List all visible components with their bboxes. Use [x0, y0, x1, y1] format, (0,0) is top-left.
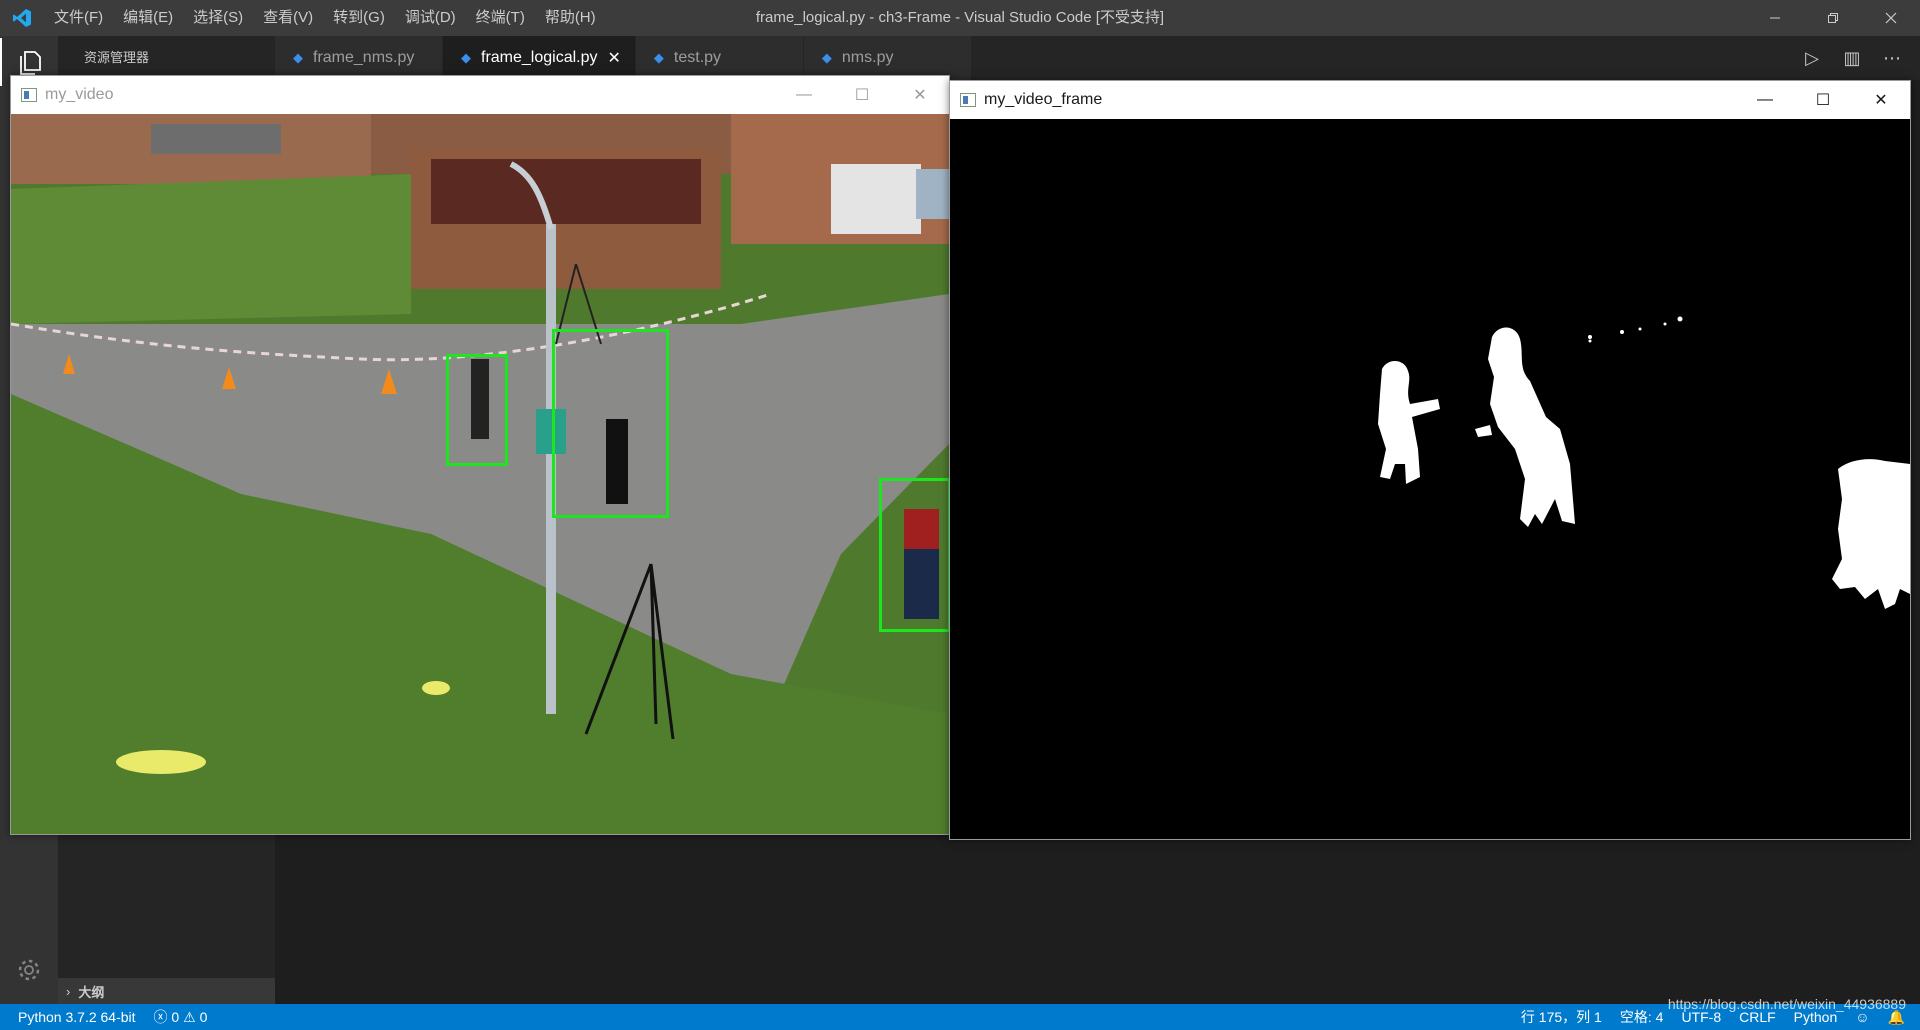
vscode-window: 文件(F) 编辑(E) 选择(S) 查看(V) 转到(G) 调试(D) 终端(T…	[0, 0, 1920, 1030]
app-window-icon	[21, 88, 37, 102]
menu-help[interactable]: 帮助(H)	[535, 0, 606, 36]
menu-go[interactable]: 转到(G)	[323, 0, 395, 36]
mask-window-title: my_video_frame	[984, 91, 1103, 108]
detection-box	[552, 329, 669, 518]
editor-actions: ▷ ▥ ⋯	[1792, 36, 1920, 80]
indentation[interactable]: 空格: 4	[1611, 1007, 1673, 1027]
outline-label: 大纲	[78, 984, 105, 1000]
menu-terminal[interactable]: 终端(T)	[466, 0, 535, 36]
video-window: my_video — ☐ ✕	[10, 75, 950, 835]
python-file-icon: ◆	[461, 50, 471, 65]
mask-window-controls: — ☐ ✕	[1736, 81, 1910, 119]
mask-window: my_video_frame — ☐ ✕	[949, 80, 1911, 840]
cursor-position[interactable]: 行 175，列 1	[1512, 1007, 1611, 1027]
python-file-icon: ◆	[821, 50, 832, 65]
split-editor-icon[interactable]: ▥	[1832, 48, 1872, 69]
editor-tabs: ◆ frame_nms.py ◆ frame_logical.py ✕ ◆ te…	[275, 36, 1920, 80]
video-window-controls: — ☐ ✕	[775, 76, 949, 114]
warning-icon: ⚠	[183, 1009, 196, 1025]
status-bar: Python 3.7.2 64-bit ⓧ 0 ⚠ 0 行 175，列 1 空格…	[0, 996, 1920, 1030]
restore-icon[interactable]	[1804, 0, 1862, 36]
tab-label: frame_logical.py	[481, 49, 598, 66]
settings-gear-icon[interactable]	[0, 946, 58, 994]
more-actions-icon[interactable]: ⋯	[1872, 48, 1912, 69]
window-controls	[1746, 0, 1920, 36]
problems-indicator[interactable]: ⓧ 0 ⚠ 0	[145, 1007, 217, 1027]
tab-nms[interactable]: ◆ nms.py	[803, 36, 972, 80]
menu-view[interactable]: 查看(V)	[253, 0, 323, 36]
mask-window-titlebar[interactable]: my_video_frame — ☐ ✕	[950, 81, 1910, 119]
error-count: 0	[171, 1009, 180, 1025]
video-window-titlebar[interactable]: my_video — ☐ ✕	[11, 76, 949, 114]
sidebar-title: 资源管理器	[84, 50, 150, 65]
maximize-icon[interactable]: ☐	[833, 76, 891, 114]
tab-test[interactable]: ◆ test.py	[635, 36, 804, 80]
tab-label: test.py	[673, 49, 722, 66]
menu-debug[interactable]: 调试(D)	[395, 0, 466, 36]
tab-frame-logical[interactable]: ◆ frame_logical.py ✕	[443, 36, 636, 80]
python-file-icon: ◆	[653, 50, 664, 65]
tab-label: nms.py	[841, 49, 894, 66]
run-icon[interactable]: ▷	[1792, 48, 1832, 69]
error-icon: ⓧ	[153, 1009, 168, 1025]
video-frame-image	[11, 114, 949, 834]
vscode-logo-icon	[0, 0, 44, 36]
minimize-icon[interactable]	[1746, 0, 1804, 36]
title-bar: 文件(F) 编辑(E) 选择(S) 查看(V) 转到(G) 调试(D) 终端(T…	[0, 0, 1920, 36]
close-icon[interactable]: ✕	[891, 76, 949, 114]
close-icon[interactable]	[1862, 0, 1920, 36]
app-window-icon	[960, 93, 976, 107]
detection-box	[879, 478, 949, 632]
close-icon[interactable]: ✕	[1852, 81, 1910, 119]
video-window-title: my_video	[45, 86, 114, 103]
python-file-icon: ◆	[293, 50, 303, 65]
outline-section-header[interactable]: › 大纲	[58, 978, 275, 1004]
menu-bar: 文件(F) 编辑(E) 选择(S) 查看(V) 转到(G) 调试(D) 终端(T…	[44, 0, 606, 36]
menu-selection[interactable]: 选择(S)	[183, 0, 253, 36]
watermark-text: https://blog.csdn.net/weixin_44936889	[1667, 996, 1906, 1012]
warning-count: 0	[199, 1009, 208, 1025]
foreground-mask-image	[950, 119, 1910, 839]
menu-edit[interactable]: 编辑(E)	[113, 0, 183, 36]
python-interpreter[interactable]: Python 3.7.2 64-bit	[0, 1009, 145, 1025]
menu-file[interactable]: 文件(F)	[44, 0, 113, 36]
tab-frame-nms[interactable]: ◆ frame_nms.py	[275, 36, 443, 80]
tab-label: frame_nms.py	[313, 49, 415, 66]
minimize-icon[interactable]: —	[775, 76, 833, 114]
detection-box	[446, 354, 508, 466]
maximize-icon[interactable]: ☐	[1794, 81, 1852, 119]
minimize-icon[interactable]: —	[1736, 81, 1794, 119]
chevron-right-icon: ›	[66, 983, 71, 999]
close-tab-icon[interactable]: ✕	[608, 48, 621, 68]
